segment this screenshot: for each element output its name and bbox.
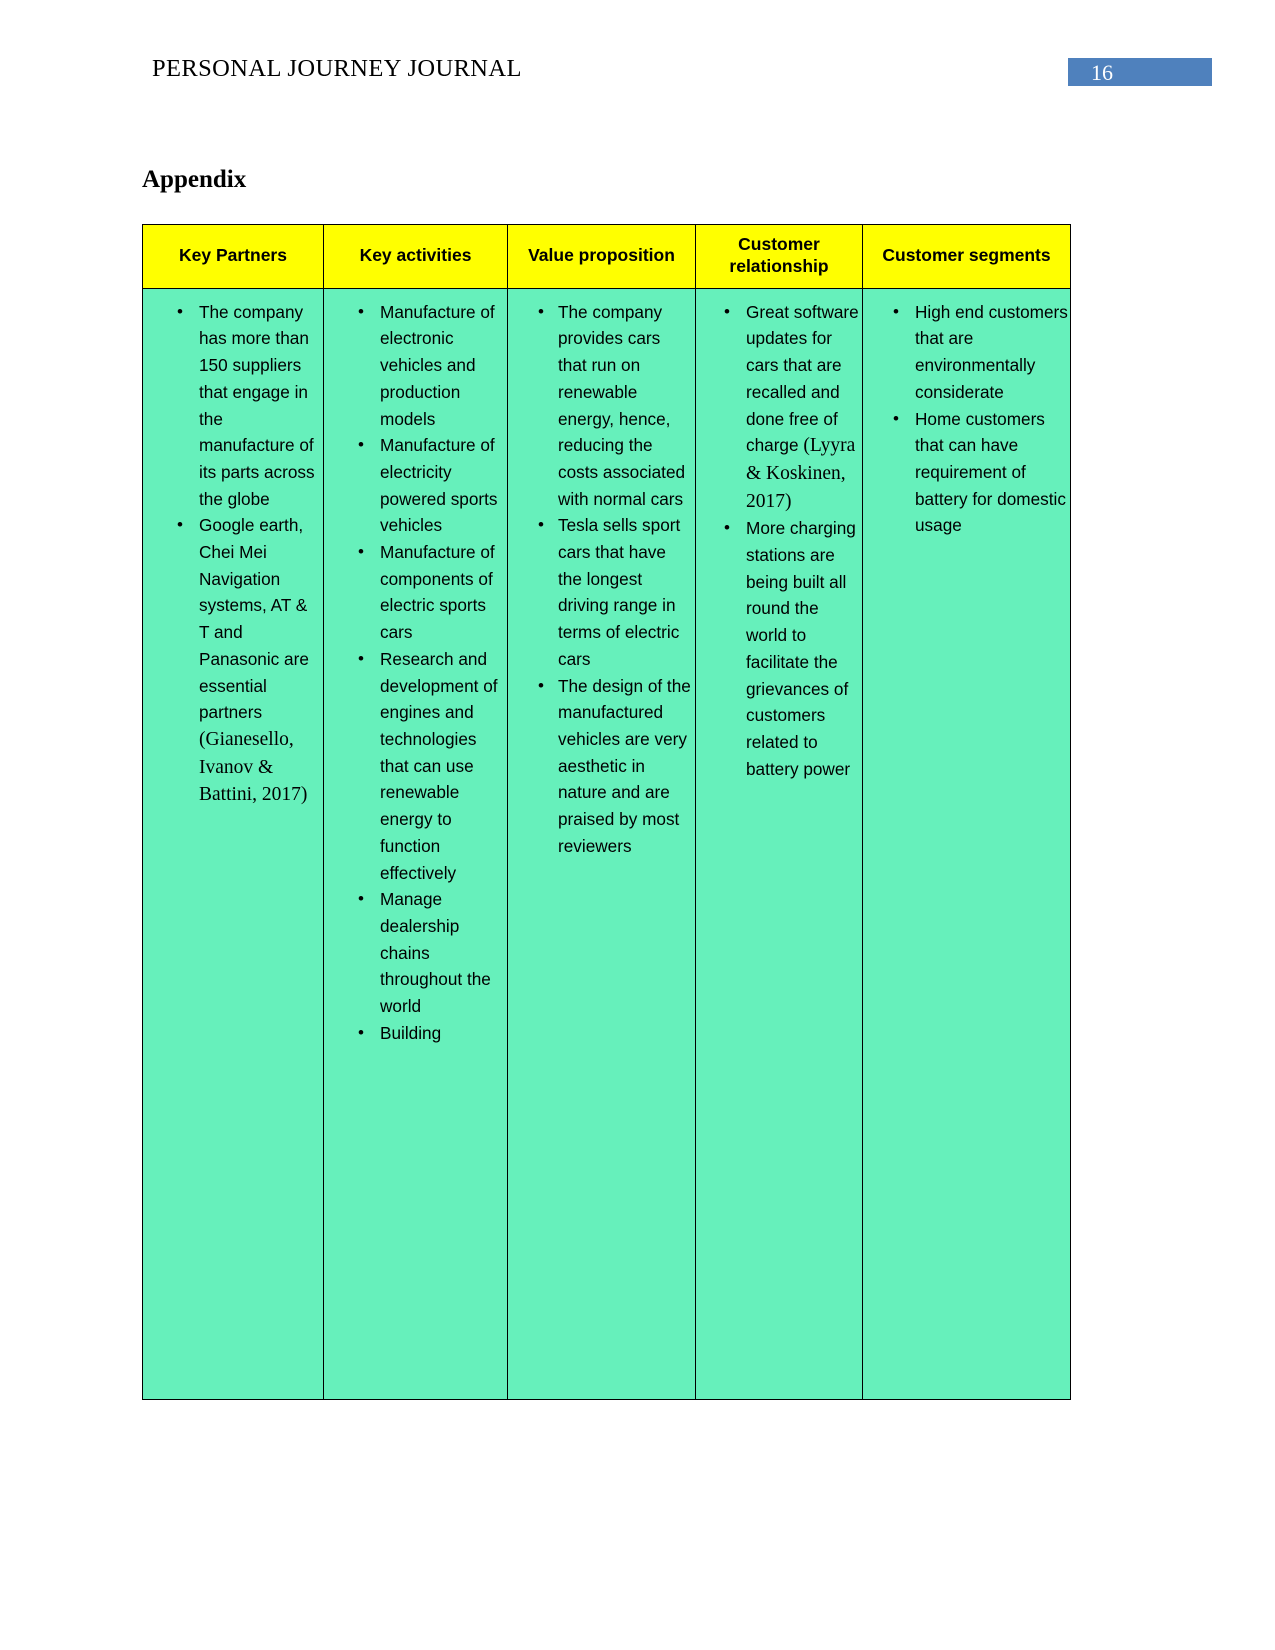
list-item: Manufacture of electronic vehicles and p…: [324, 299, 505, 433]
list-item: Great software updates for cars that are…: [696, 299, 860, 516]
page-number: 16: [1091, 60, 1113, 85]
table-header-row: Key Partners Key activities Value propos…: [142, 224, 1071, 289]
list-item: Manage dealership chains throughout the …: [324, 886, 505, 1020]
business-model-canvas-table: Key Partners Key activities Value propos…: [142, 224, 1071, 1400]
list-item: Google earth, Chei Mei Navigation system…: [143, 512, 321, 809]
list-item: Building: [324, 1020, 505, 1047]
list-item: High end customers that are environmenta…: [863, 299, 1068, 406]
list-item: Tesla sells sport cars that have the lon…: [508, 512, 693, 672]
column-header-customer-relationship: Customer relationship: [695, 224, 863, 289]
list-item: The company has more than 150 suppliers …: [143, 299, 321, 513]
list-item-text: Google earth, Chei Mei Navigation system…: [199, 515, 309, 723]
list-item: More charging stations are being built a…: [696, 515, 860, 782]
table-row: The company has more than 150 suppliers …: [142, 287, 1071, 1400]
cell-customer-relationship: Great software updates for cars that are…: [695, 287, 863, 1400]
value-proposition-list: The company provides cars that run on re…: [508, 289, 695, 860]
list-item: Manufacture of components of electric sp…: [324, 539, 505, 646]
list-item-text: Great software updates for cars that are…: [746, 301, 859, 456]
list-item: Home customers that can have requirement…: [863, 406, 1068, 540]
column-header-key-partners: Key Partners: [142, 224, 324, 289]
running-header-title: PERSONAL JOURNEY JOURNAL: [152, 55, 522, 82]
key-partners-list: The company has more than 150 suppliers …: [143, 289, 323, 809]
cell-customer-segments: High end customers that are environmenta…: [862, 287, 1071, 1400]
cell-key-activities: Manufacture of electronic vehicles and p…: [323, 287, 508, 1400]
cell-value-proposition: The company provides cars that run on re…: [507, 287, 696, 1400]
column-header-key-activities: Key activities: [323, 224, 508, 289]
list-item: Manufacture of electricity powered sport…: [324, 432, 505, 539]
list-item: Research and development of engines and …: [324, 646, 505, 886]
customer-relationship-list: Great software updates for cars that are…: [696, 289, 862, 783]
customer-segments-list: High end customers that are environmenta…: [863, 289, 1070, 539]
column-header-value-proposition: Value proposition: [507, 224, 696, 289]
page-title: Appendix: [142, 166, 247, 193]
citation: (Gianesello, Ivanov & Battini, 2017): [199, 729, 308, 806]
list-item: The company provides cars that run on re…: [508, 299, 693, 513]
key-activities-list: Manufacture of electronic vehicles and p…: [324, 289, 507, 1047]
page-header: PERSONAL JOURNEY JOURNAL 16: [0, 0, 1275, 110]
list-item: The design of the manufactured vehicles …: [508, 673, 693, 860]
column-header-customer-segments: Customer segments: [862, 224, 1071, 289]
cell-key-partners: The company has more than 150 suppliers …: [142, 287, 324, 1400]
